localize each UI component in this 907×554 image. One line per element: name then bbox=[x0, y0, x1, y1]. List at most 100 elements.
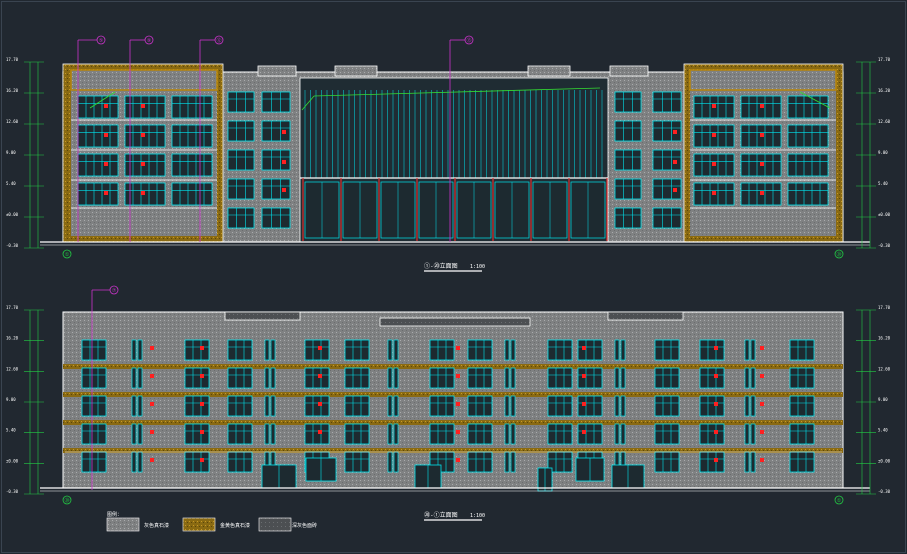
red-mark bbox=[141, 162, 145, 166]
red-mark bbox=[141, 104, 145, 108]
axis-tag-3-text: ⑫ bbox=[216, 37, 221, 44]
narrow-window bbox=[614, 395, 620, 417]
red-mark bbox=[712, 104, 716, 108]
side-window bbox=[261, 91, 291, 113]
level-label: 12.60 bbox=[878, 119, 891, 124]
narrow-window bbox=[131, 367, 137, 389]
rear-window bbox=[184, 339, 210, 361]
red-mark bbox=[673, 188, 677, 192]
rear-window bbox=[547, 423, 573, 445]
level-label: 17.70 bbox=[878, 305, 891, 310]
red-mark bbox=[456, 346, 460, 350]
red-mark bbox=[760, 374, 764, 378]
stair-window bbox=[614, 207, 642, 229]
legend-label-gray: 灰色真石漆 bbox=[144, 522, 169, 529]
red-mark bbox=[318, 402, 322, 406]
level-stack-right: 17.70 16.20 12.60 9.00 5.40 ±0.00 -0.30 bbox=[856, 57, 891, 249]
rear-window bbox=[654, 395, 680, 417]
red-mark bbox=[673, 160, 677, 164]
parapet bbox=[257, 65, 297, 77]
narrow-window bbox=[393, 423, 399, 445]
rear-window bbox=[789, 423, 815, 445]
rear-window bbox=[227, 395, 253, 417]
red-mark bbox=[200, 374, 204, 378]
axis-tag-2-text: ⑨ bbox=[147, 38, 152, 44]
red-mark bbox=[282, 160, 286, 164]
red-mark bbox=[318, 430, 322, 434]
rear-window bbox=[81, 395, 107, 417]
narrow-window bbox=[510, 423, 516, 445]
narrow-window bbox=[264, 339, 270, 361]
narrow-window bbox=[131, 339, 137, 361]
grid-right-top: ⑳ bbox=[836, 251, 841, 258]
red-mark bbox=[104, 191, 108, 195]
red-mark bbox=[104, 104, 108, 108]
rear-window bbox=[184, 423, 210, 445]
red-mark bbox=[456, 374, 460, 378]
red-mark bbox=[760, 104, 764, 108]
red-mark bbox=[141, 191, 145, 195]
rear-window bbox=[81, 339, 107, 361]
rear-window bbox=[789, 451, 815, 473]
rear-window bbox=[654, 451, 680, 473]
level-label: 17.70 bbox=[6, 57, 19, 62]
rear-window bbox=[467, 395, 493, 417]
rear-window bbox=[227, 339, 253, 361]
rear-window bbox=[304, 339, 330, 361]
narrow-window bbox=[264, 395, 270, 417]
narrow-window bbox=[750, 395, 756, 417]
cad-drawing-canvas: ①-⑳立面图 1:100 ⑳-①立面图 1:100 ① ⑳ ⑳ ① ⑤ ⑨ ⑫ … bbox=[6, 35, 891, 532]
legend: 图例： 灰色真石漆 金黄色真石漆 深灰色面砖 bbox=[106, 511, 317, 532]
level-label: 16.20 bbox=[878, 336, 891, 341]
parapet-step bbox=[379, 317, 531, 327]
level-label: 9.00 bbox=[878, 397, 888, 402]
rear-window bbox=[184, 451, 210, 473]
rear-window bbox=[789, 339, 815, 361]
rear-window bbox=[577, 395, 603, 417]
red-mark bbox=[760, 133, 764, 137]
front-elevation bbox=[40, 63, 870, 246]
narrow-window bbox=[131, 395, 137, 417]
rear-window bbox=[429, 395, 455, 417]
level-label: -0.30 bbox=[6, 243, 19, 248]
rear-window bbox=[654, 367, 680, 389]
narrow-window bbox=[137, 451, 143, 473]
rear-window bbox=[227, 367, 253, 389]
bottom-title-text: ⑳-①立面图 bbox=[424, 511, 458, 519]
stair-window bbox=[614, 178, 642, 200]
red-mark bbox=[760, 402, 764, 406]
top-right-window bbox=[787, 124, 829, 148]
rear-window bbox=[344, 423, 370, 445]
red-mark bbox=[582, 346, 586, 350]
narrow-window bbox=[744, 451, 750, 473]
rear-window bbox=[577, 423, 603, 445]
rear-elevation bbox=[40, 311, 870, 492]
red-mark bbox=[318, 346, 322, 350]
red-mark bbox=[712, 133, 716, 137]
narrow-window bbox=[744, 423, 750, 445]
rear-window bbox=[184, 367, 210, 389]
red-mark bbox=[714, 458, 718, 462]
narrow-window bbox=[264, 423, 270, 445]
red-mark bbox=[150, 458, 154, 462]
narrow-window bbox=[504, 367, 510, 389]
red-mark bbox=[760, 191, 764, 195]
red-mark bbox=[582, 430, 586, 434]
rear-window bbox=[789, 395, 815, 417]
stair-window bbox=[227, 149, 255, 171]
narrow-window bbox=[510, 339, 516, 361]
narrow-window bbox=[504, 395, 510, 417]
rear-window bbox=[184, 395, 210, 417]
narrow-window bbox=[504, 451, 510, 473]
top-left-window bbox=[77, 95, 119, 119]
narrow-window bbox=[131, 451, 137, 473]
red-mark bbox=[760, 346, 764, 350]
rear-window bbox=[304, 367, 330, 389]
grid-right-bottom: ① bbox=[837, 498, 842, 504]
narrow-window bbox=[744, 395, 750, 417]
narrow-window bbox=[387, 367, 393, 389]
rear-window bbox=[81, 367, 107, 389]
narrow-window bbox=[264, 367, 270, 389]
red-mark bbox=[712, 191, 716, 195]
top-title-text: ①-⑳立面图 bbox=[424, 262, 458, 270]
